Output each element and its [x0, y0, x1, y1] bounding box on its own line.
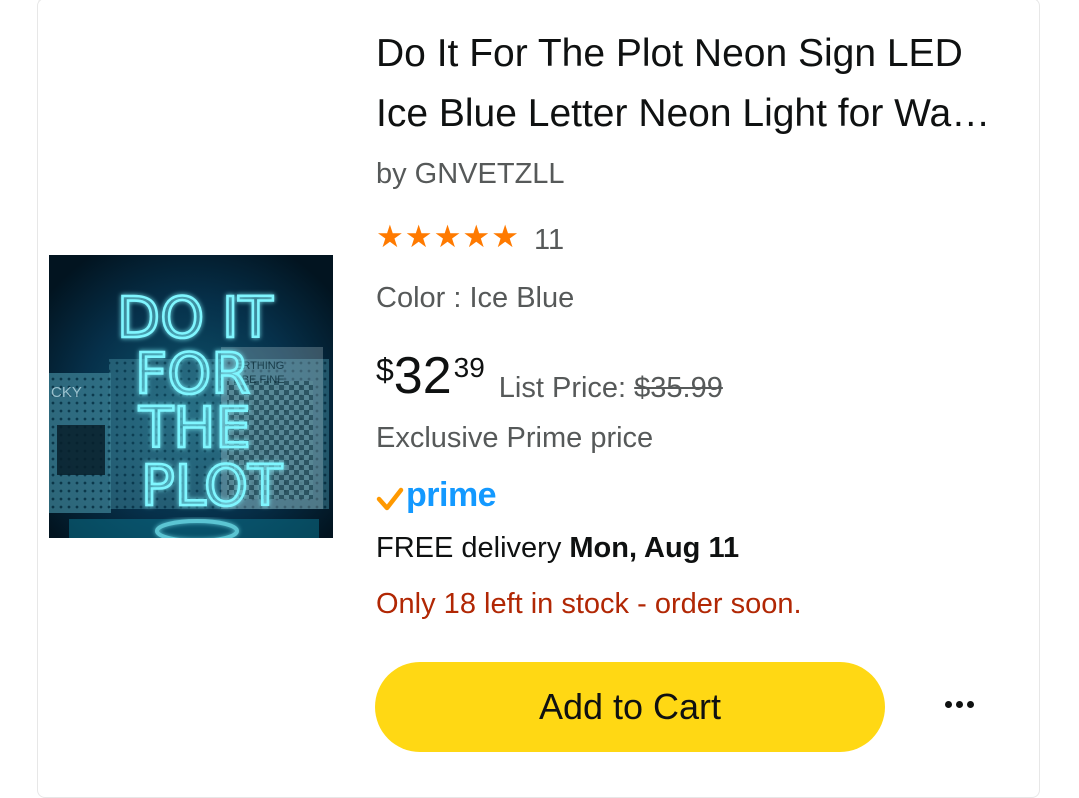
- rating-count: 11: [533, 224, 565, 256]
- star-icon: ★: [491, 219, 519, 254]
- product-image[interactable]: CKY ERTHING L BE FINE DO IT FOR THE PLOT: [49, 255, 333, 538]
- exclusive-prime-price: Exclusive Prime price: [376, 422, 654, 454]
- add-to-cart-button[interactable]: Add to Cart: [375, 662, 885, 752]
- delivery-info: FREE delivery Mon, Aug 11: [376, 532, 739, 565]
- neon-sign-image: CKY ERTHING L BE FINE DO IT FOR THE PLOT: [49, 255, 333, 538]
- more-dot: [944, 700, 952, 708]
- list-price: List Price: $35.99: [499, 372, 723, 405]
- delivery-date: Mon, Aug 11: [569, 532, 740, 564]
- price-row: $ 32 39 List Price: $35.99: [376, 348, 723, 405]
- neon-line-4: PLOT: [141, 454, 283, 519]
- poster-text-left: CKY: [51, 384, 82, 401]
- prime-badge: prime: [376, 476, 497, 515]
- more-dot: [955, 700, 963, 708]
- star-icon: ★: [404, 219, 433, 254]
- color-variant: Color : Ice Blue: [376, 282, 575, 314]
- list-price-value: $35.99: [634, 372, 723, 404]
- list-price-label: List Price:: [498, 372, 635, 404]
- prime-check-icon: [376, 487, 404, 510]
- rating-row[interactable]: ★ ★ ★ ★ ★ 11: [376, 216, 564, 257]
- star-rating: ★ ★ ★ ★ ★: [376, 221, 520, 252]
- neon-line-3: THE: [138, 396, 251, 461]
- delivery-prefix: FREE delivery: [376, 532, 570, 564]
- brand-byline[interactable]: by GNVETZLL: [376, 158, 565, 191]
- star-icon: ★: [462, 219, 491, 254]
- prime-label: prime: [406, 476, 497, 514]
- stock-status: Only 18 left in stock - order soon.: [376, 588, 802, 620]
- price-whole: 32: [393, 347, 452, 405]
- price-fraction: 39: [453, 352, 485, 383]
- more-horizontal-icon[interactable]: [934, 684, 984, 724]
- star-icon: ★: [376, 219, 404, 254]
- star-icon: ★: [433, 219, 462, 254]
- product-title[interactable]: Do It For The Plot Neon Sign LED Ice Blu…: [376, 24, 996, 144]
- more-dot: [966, 700, 974, 708]
- price-symbol: $: [376, 352, 394, 388]
